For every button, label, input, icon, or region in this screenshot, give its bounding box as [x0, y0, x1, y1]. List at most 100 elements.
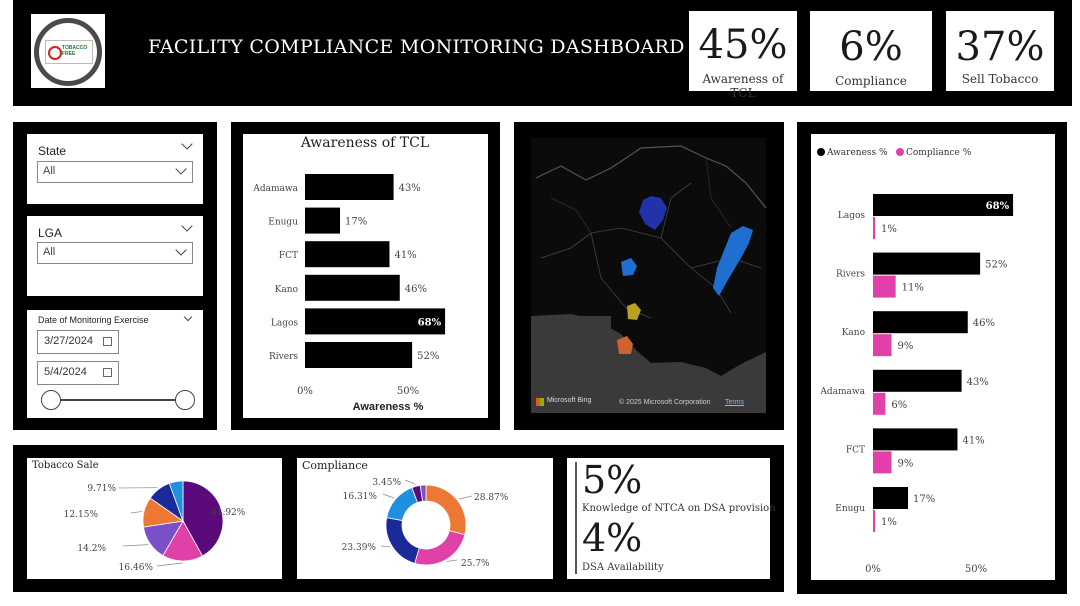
date-range-end-handle[interactable]	[175, 390, 195, 410]
state-dropdown-value: All	[43, 165, 56, 177]
legend-awareness-label: Awareness %	[826, 148, 888, 158]
kpi-card-sell-tobacco: 37% Sell Tobacco	[946, 11, 1054, 91]
tobacco-sale-data-label: 9.71%	[87, 484, 116, 494]
region-enugu	[627, 303, 641, 320]
awareness-data-label: 46%	[405, 284, 427, 295]
awareness-chart: Awareness of TCL 0% 50% Awareness % Adam…	[252, 135, 446, 413]
compliance-data-label: 28.87%	[474, 493, 509, 503]
awareness-bar	[873, 487, 909, 509]
lga-slicer-title: LGA	[38, 226, 63, 240]
state-dropdown[interactable]: All	[37, 161, 193, 183]
compliance-title: Compliance	[302, 459, 368, 472]
calendar-icon[interactable]	[103, 337, 112, 346]
comparison-category-label: Adamawa	[819, 387, 865, 397]
tobacco-sale-data-label: 16.46%	[119, 563, 154, 573]
tobacco-sale-data-label: 14.2%	[77, 544, 106, 554]
tobacco-sale-chart: Tobacco Sale 41.92% 16.46% 14.2% 12.15% 9.71…	[32, 460, 246, 573]
start-date-input[interactable]: 3/27/2024	[37, 330, 119, 354]
compliance-chart: Compliance 28.87% 25.7% 23.39% 16.31% 3.45%	[302, 459, 509, 569]
awareness-x-tick-50: 50%	[397, 386, 419, 397]
tobacco-sale-leader-line	[130, 511, 143, 514]
awareness-data-label: 46%	[973, 318, 995, 329]
chevron-down-icon[interactable]	[181, 138, 193, 150]
compliance-slice	[414, 530, 466, 566]
chevron-down-icon[interactable]	[183, 312, 193, 322]
awareness-category-label: Rivers	[269, 352, 298, 362]
state-slicer-title: State	[38, 144, 67, 158]
dsa-divider	[575, 462, 577, 574]
awareness-data-label: 17%	[913, 494, 935, 505]
awareness-x-tick-0: 0%	[297, 386, 313, 397]
awareness-category-label: Enugu	[268, 218, 298, 228]
awareness-data-label: 52%	[417, 351, 439, 362]
compliance-data-label: 1%	[881, 517, 897, 528]
dsa-availability-value: 4%	[582, 516, 643, 560]
country-border	[540, 227, 732, 314]
lga-dropdown[interactable]: All	[37, 242, 193, 264]
compliance-bar	[873, 392, 886, 415]
awareness-chart-title: Awareness of TCL	[300, 135, 429, 151]
calendar-icon[interactable]	[103, 368, 112, 377]
compliance-slice	[386, 487, 419, 522]
lga-dropdown-value: All	[43, 246, 56, 258]
awareness-bar	[305, 274, 400, 301]
awareness-bar	[305, 241, 390, 268]
kpi-card-awareness: 45% Awareness of TCL	[689, 11, 797, 100]
comparison-category-label: Rivers	[836, 270, 865, 280]
end-date-value: 5/4/2024	[44, 366, 87, 378]
tobacco-sale-data-label: 12.15%	[64, 510, 99, 520]
awareness-data-label: 41%	[394, 250, 416, 261]
comparison-x-tick-0: 0%	[865, 564, 881, 575]
map-view[interactable]: Microsoft Bing © 2025 Microsoft Corporat…	[531, 138, 766, 413]
compliance-data-label: 3.45%	[372, 478, 401, 488]
comparison-x-tick-50: 50%	[965, 564, 987, 575]
legend-compliance-marker	[896, 148, 904, 156]
tobacco-sale-leader-line	[156, 562, 183, 567]
compliance-leader-line	[380, 545, 391, 548]
kpi-value: 45%	[698, 22, 788, 68]
kpi-label: Compliance	[835, 74, 907, 88]
legend-awareness-marker	[817, 148, 825, 156]
awareness-data-label: 41%	[962, 435, 984, 446]
awareness-data-label: 43%	[399, 183, 421, 194]
no-smoking-mark-icon	[48, 46, 62, 60]
compliance-data-label: 6%	[891, 400, 907, 411]
tobacco-sale-data-label: 41.92%	[211, 508, 246, 518]
compliance-bar	[873, 275, 896, 298]
map-provider: Microsoft Bing	[547, 397, 592, 404]
awareness-data-label: 52%	[985, 260, 1007, 271]
date-slicer: Date of Monitoring Exercise 3/27/2024 5/…	[27, 310, 203, 418]
map-terms-link[interactable]: Terms	[725, 399, 744, 406]
compliance-bar	[873, 510, 876, 532]
awareness-data-label: 43%	[967, 377, 989, 388]
dsa-knowledge-label: Knowledge of NTCA on DSA provision	[582, 503, 776, 514]
legend-compliance-label: Compliance %	[906, 148, 972, 158]
comparison-chart: Awareness % Compliance % 0% 50% Lagos 68%…	[817, 148, 1014, 575]
kpi-value: 6%	[839, 24, 903, 70]
country-border	[550, 157, 732, 234]
compliance-leader-line	[446, 559, 458, 562]
compliance-data-label: 23.39%	[342, 543, 377, 553]
awareness-category-label: Adamawa	[252, 184, 298, 194]
date-range-start-handle[interactable]	[41, 390, 61, 410]
awareness-data-label: 68%	[986, 201, 1010, 212]
compliance-slice	[425, 484, 467, 536]
nigeria-map	[531, 145, 766, 413]
dsa-knowledge-value: 5%	[582, 458, 643, 502]
comparison-category-label: Kano	[842, 328, 865, 338]
date-range-track	[51, 399, 185, 401]
chevron-down-icon[interactable]	[181, 220, 193, 232]
logo-text: TOBACCO FREE	[62, 45, 88, 57]
compliance-data-label: 11%	[902, 283, 924, 294]
awareness-bar	[305, 207, 341, 234]
end-date-input[interactable]: 5/4/2024	[37, 361, 119, 385]
start-date-value: 3/27/2024	[44, 335, 93, 347]
compliance-bar	[873, 451, 892, 474]
dsa-availability-label: DSA Availability	[582, 562, 664, 573]
awareness-bar	[873, 428, 958, 451]
awareness-bar	[873, 252, 981, 275]
kpi-card-compliance: 6% Compliance	[810, 11, 932, 91]
page-title: FACILITY COMPLIANCE MONITORING DASHBOARD	[148, 36, 685, 58]
compliance-data-label: 16.31%	[343, 492, 378, 502]
logo: TOBACCO FREE	[31, 14, 105, 88]
